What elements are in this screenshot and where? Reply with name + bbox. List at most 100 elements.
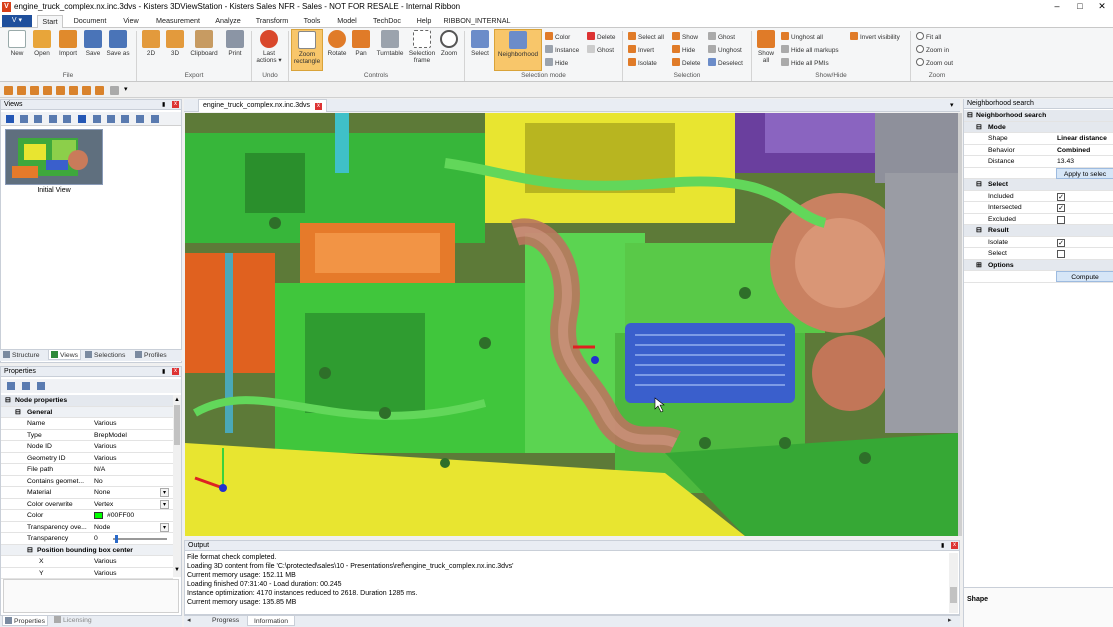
viewport-splitter[interactable] [958, 113, 962, 536]
pin-icon[interactable]: ▮ [941, 542, 948, 549]
view-tool-icon[interactable] [6, 115, 14, 123]
quick-tool-icon[interactable] [110, 86, 119, 95]
tab-ribbon-internal[interactable]: RIBBON_INTERNAL [443, 15, 511, 28]
selection-frame-button[interactable]: Selection frame [408, 30, 436, 64]
view-thumbnail[interactable] [5, 129, 103, 185]
view-tool-icon[interactable] [121, 115, 129, 123]
pin-icon[interactable]: ▮ [162, 101, 169, 108]
quick-tool-icon[interactable] [69, 86, 78, 95]
import-button[interactable]: Import [55, 30, 81, 57]
tab-views[interactable]: Views [48, 349, 82, 360]
properties-scrollbar[interactable]: ▲ ▼ [173, 395, 181, 577]
hide-button[interactable]: Hide [672, 45, 695, 55]
close-document-icon[interactable]: x [315, 103, 323, 110]
section-node-properties[interactable]: ⊟ Node properties [1, 395, 173, 407]
property-row[interactable]: Color #00FF00 [1, 510, 173, 522]
hide-all-markups-button[interactable]: Hide all markups [781, 45, 839, 55]
document-tab[interactable]: engine_truck_complex.nx.inc.3dvs x [198, 99, 328, 112]
instance-mode-button[interactable]: Instance [545, 45, 579, 55]
section-bounding-box-center[interactable]: ⊟ Position bounding box center [1, 544, 173, 556]
invert-visibility-button[interactable]: Invert visibility [850, 32, 900, 42]
mode-row-behavior[interactable]: Behavior Combined [964, 144, 1113, 156]
zoom-out-button[interactable]: Zoom out [916, 58, 953, 68]
close-panel-icon[interactable]: x [951, 542, 958, 549]
view-tool-icon[interactable] [107, 115, 115, 123]
save-button[interactable]: Save [82, 30, 104, 57]
view-tool-icon[interactable] [78, 115, 86, 123]
property-row[interactable]: File path N/A [1, 464, 173, 476]
property-row[interactable]: Contains geomet... No [1, 475, 173, 487]
tab-transform[interactable]: Transform [251, 15, 293, 28]
view-tool-icon[interactable] [93, 115, 101, 123]
tab-licensing[interactable]: Licensing [54, 615, 92, 626]
delete-mode-button[interactable]: Delete [587, 32, 615, 42]
compute-button[interactable]: Compute [1056, 271, 1113, 282]
tab-progress[interactable]: Progress [206, 615, 245, 626]
close-panel-icon[interactable]: x [172, 368, 179, 375]
output-scroll-left-icon[interactable]: ◂ [187, 615, 190, 626]
property-row[interactable]: Transparency 0 [1, 533, 173, 545]
apply-to-selection-button[interactable]: Apply to selec [1056, 167, 1113, 179]
property-row[interactable]: Color overwrite ▾ Vertex [1, 498, 173, 510]
color-mode-button[interactable]: Color [545, 32, 570, 42]
ghost-button[interactable]: Ghost [708, 32, 735, 42]
last-actions-button[interactable]: Last actions ▾ [254, 30, 284, 64]
view-tool-icon[interactable] [20, 115, 28, 123]
scroll-up-icon[interactable]: ▲ [174, 397, 180, 403]
rotate-button[interactable]: Rotate [325, 30, 349, 57]
tab-tools[interactable]: Tools [298, 15, 326, 28]
result-row[interactable]: Isolate ✓ [964, 236, 1113, 248]
quick-tool-icon[interactable] [43, 86, 52, 95]
checkbox[interactable] [1057, 250, 1065, 258]
clipboard-button[interactable]: Clipboard [188, 30, 220, 57]
property-row[interactable]: Geometry ID Various [1, 452, 173, 464]
property-pages-icon[interactable] [37, 382, 45, 390]
tab-model[interactable]: Model [331, 15, 363, 28]
tab-information[interactable]: Information [247, 615, 296, 626]
unghost-button[interactable]: Unghost [708, 45, 742, 55]
section-neighborhood-search[interactable]: ⊟ Neighborhood search [964, 110, 1113, 122]
section-result[interactable]: ⊟ Result [964, 225, 1113, 237]
export-3d-button[interactable]: 3D [164, 30, 186, 57]
categorized-icon[interactable] [7, 382, 15, 390]
maximize-button[interactable]: □ [1069, 0, 1091, 14]
scroll-thumb[interactable] [950, 587, 957, 603]
application-menu-button[interactable]: V ▾ [2, 15, 32, 27]
show-all-button[interactable]: Show all [755, 30, 777, 64]
checkbox[interactable]: ✓ [1057, 192, 1065, 201]
quick-tool-icon[interactable] [56, 86, 65, 95]
pan-button[interactable]: Pan [351, 30, 371, 57]
property-row[interactable]: Transparency ove... ▾ Node [1, 521, 173, 533]
open-button[interactable]: Open [30, 30, 54, 57]
isolate-button[interactable]: Isolate [628, 58, 657, 68]
view-tool-icon[interactable] [136, 115, 144, 123]
customize-dropdown-icon[interactable]: ▾ [124, 85, 128, 93]
new-button[interactable]: New [6, 30, 28, 57]
3d-viewport[interactable] [185, 113, 958, 536]
sort-icon[interactable] [22, 382, 30, 390]
document-list-dropdown-icon[interactable]: ▾ [950, 101, 954, 109]
export-2d-button[interactable]: 2D [140, 30, 162, 57]
property-row[interactable]: Y Various [1, 567, 173, 579]
zoom-button[interactable]: Zoom [438, 30, 460, 57]
pin-icon[interactable]: ▮ [162, 368, 169, 375]
select-all-button[interactable]: Select all [628, 32, 664, 42]
property-row[interactable]: Name Various [1, 418, 173, 430]
quick-tool-icon[interactable] [95, 86, 104, 95]
mode-row-shape[interactable]: Shape Linear distance [964, 133, 1113, 145]
result-row[interactable]: Select [964, 248, 1113, 260]
section-options[interactable]: ⊞ Options [964, 259, 1113, 271]
property-row[interactable]: Node ID Various [1, 441, 173, 453]
ghost-mode-button[interactable]: Ghost [587, 45, 614, 55]
property-row[interactable]: X Various [1, 556, 173, 568]
color-swatch[interactable] [94, 512, 103, 519]
minimize-button[interactable]: – [1046, 0, 1068, 14]
print-button[interactable]: Print [223, 30, 247, 57]
mode-row-distance[interactable]: Distance 13.43 [964, 156, 1113, 168]
select-button[interactable]: Select [468, 30, 492, 57]
turntable-button[interactable]: Turntable [373, 30, 407, 57]
checkbox[interactable] [1057, 215, 1065, 224]
property-row[interactable]: Type BrepModel [1, 429, 173, 441]
section-select[interactable]: ⊟ Select [964, 179, 1113, 191]
scroll-down-icon[interactable]: ▼ [174, 567, 180, 573]
